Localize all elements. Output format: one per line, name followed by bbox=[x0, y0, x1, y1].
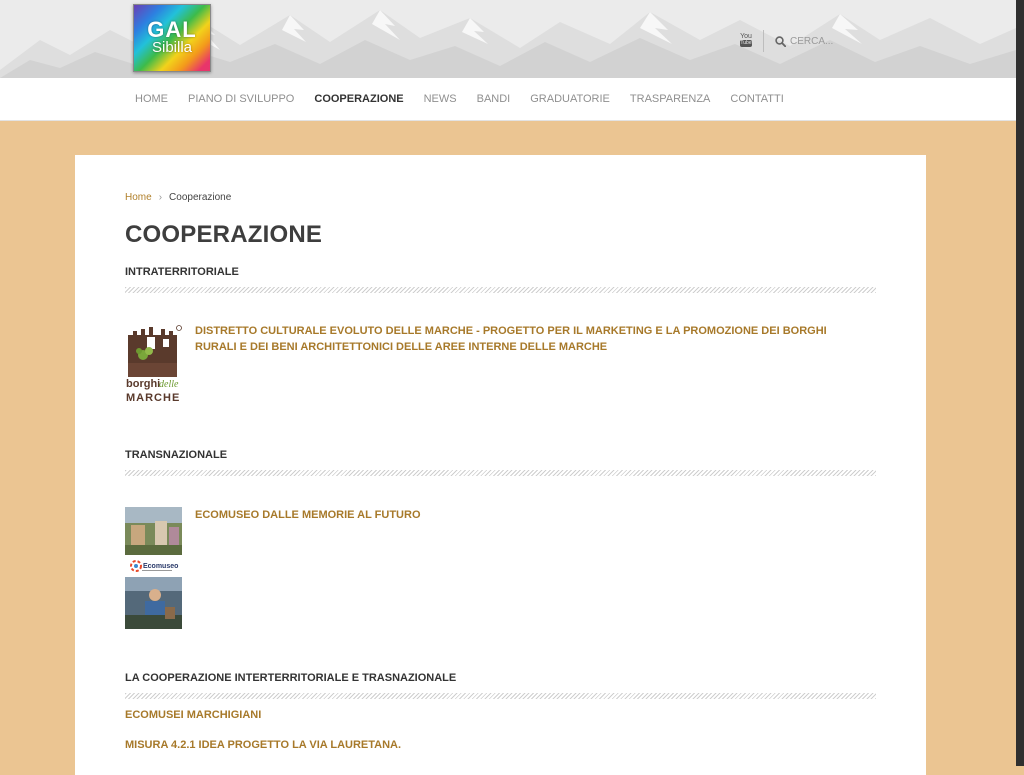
project-link-ecomuseo[interactable]: ECOMUSEO DALLE MEMORIE AL FUTURO bbox=[195, 507, 870, 523]
nav-menu: HOME PIANO DI SVILUPPO COOPERAZIONE NEWS… bbox=[125, 78, 794, 120]
section-divider bbox=[125, 693, 876, 699]
search-input[interactable] bbox=[790, 33, 940, 49]
nav-item-cooperazione[interactable]: COOPERAZIONE bbox=[304, 93, 413, 105]
site-header: GAL Sibilla You Tube bbox=[0, 0, 1016, 78]
section-title-transnazionale: TRANSNAZIONALE bbox=[125, 449, 228, 461]
search-icon[interactable] bbox=[775, 36, 786, 47]
section-divider bbox=[125, 287, 876, 293]
breadcrumb-home-link[interactable]: Home bbox=[125, 192, 152, 203]
main-navigation: HOME PIANO DI SVILUPPO COOPERAZIONE NEWS… bbox=[0, 78, 1016, 121]
header-divider bbox=[763, 30, 764, 52]
link-ecomusei-marchigiani[interactable]: ECOMUSEI MARCHIGIANI bbox=[125, 709, 261, 721]
nav-item-contatti[interactable]: CONTATTI bbox=[720, 93, 793, 105]
section-divider bbox=[125, 470, 876, 476]
logo-text-gal: GAL bbox=[147, 17, 197, 42]
breadcrumb-separator: › bbox=[158, 192, 163, 203]
section-title-intraterritoriale: INTRATERRITORIALE bbox=[125, 266, 239, 278]
page-title: COOPERAZIONE bbox=[125, 221, 323, 248]
window-edge bbox=[1016, 0, 1024, 766]
nav-item-bandi[interactable]: BANDI bbox=[467, 93, 521, 105]
section-title-interterritoriale: LA COOPERAZIONE INTERTERRITORIALE E TRAS… bbox=[125, 672, 457, 684]
nav-item-news[interactable]: NEWS bbox=[414, 93, 467, 105]
nav-item-piano-di-sviluppo[interactable]: PIANO DI SVILUPPO bbox=[178, 93, 304, 105]
nav-item-graduatorie[interactable]: GRADUATORIE bbox=[520, 93, 620, 105]
breadcrumb-current: Cooperazione bbox=[169, 192, 232, 203]
logo-text-delle: delle bbox=[159, 379, 179, 390]
youtube-icon[interactable]: You Tube bbox=[739, 33, 753, 49]
youtube-icon-bottom: Tube bbox=[740, 40, 752, 47]
logo-text-sibilla: Sibilla bbox=[151, 39, 193, 56]
ecomuseo-thumbnail[interactable]: Ecomuseo bbox=[125, 507, 182, 629]
nav-item-trasparenza[interactable]: TRASPARENZA bbox=[620, 93, 720, 105]
breadcrumb: Home › Cooperazione bbox=[125, 192, 231, 203]
youtube-icon-top: You bbox=[740, 33, 752, 40]
link-via-lauretana[interactable]: MISURA 4.2.1 IDEA PROGETTO LA VIA LAURET… bbox=[125, 739, 401, 751]
project-link-distretto-culturale[interactable]: DISTRETTO CULTURALE EVOLUTO DELLE MARCHE… bbox=[195, 323, 870, 355]
borghi-delle-marche-logo[interactable]: borghi delle MARCHE bbox=[125, 323, 183, 406]
ecomuseo-logo-text: Ecomuseo bbox=[143, 563, 178, 570]
content-card: Home › Cooperazione COOPERAZIONE INTRATE… bbox=[75, 155, 926, 775]
logo-text-borghi: borghi bbox=[126, 378, 160, 390]
logo-text-marche: MARCHE bbox=[126, 392, 180, 404]
gal-sibilla-logo[interactable]: GAL Sibilla bbox=[133, 4, 211, 72]
nav-item-home[interactable]: HOME bbox=[125, 93, 178, 105]
